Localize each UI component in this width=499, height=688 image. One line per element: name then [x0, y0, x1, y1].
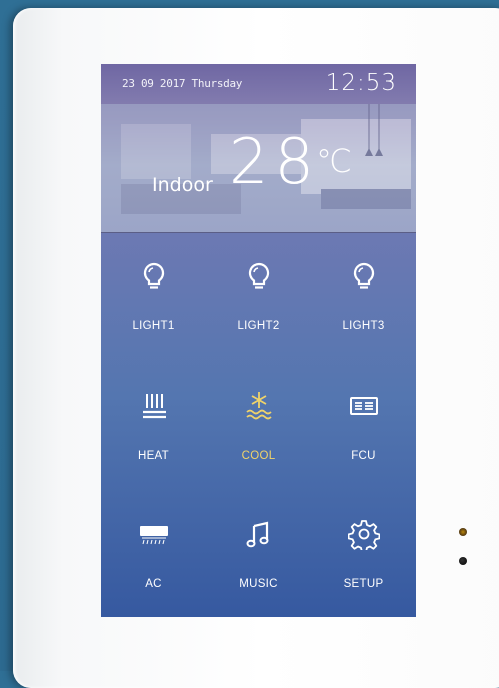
indicator-led-amber: [459, 528, 467, 536]
gear-icon: [348, 520, 380, 550]
cool-icon: [246, 392, 272, 420]
tile-fcu[interactable]: FCU: [311, 374, 416, 484]
tile-label: MUSIC: [239, 578, 278, 590]
tile-label: COOL: [241, 450, 276, 462]
tile-light1[interactable]: LIGHT1: [101, 244, 206, 354]
air-conditioner-icon: [140, 526, 168, 545]
sensor-dot: [459, 557, 467, 565]
tile-heat[interactable]: HEAT: [101, 374, 206, 484]
tile-ac[interactable]: AC: [101, 502, 206, 612]
tile-music[interactable]: MUSIC: [206, 502, 311, 612]
tile-label: LIGHT3: [342, 320, 385, 332]
temperature-value: 28: [229, 125, 320, 198]
music-note-icon: [246, 521, 269, 548]
tile-light2[interactable]: LIGHT2: [206, 244, 311, 354]
tile-label: HEAT: [137, 450, 170, 462]
touch-screen: 23 09 2017 Thursday 12:53 Indoor 28 ℃ LI…: [101, 64, 416, 617]
fcu-icon: [350, 397, 378, 415]
tile-label: LIGHT1: [132, 320, 175, 332]
tile-cool[interactable]: COOL: [206, 374, 311, 484]
light-bulb-icon: [248, 262, 270, 289]
heat-icon: [143, 394, 166, 419]
tile-setup[interactable]: SETUP: [311, 502, 416, 612]
time-display: 12:53: [325, 70, 397, 96]
date-display: 23 09 2017 Thursday: [122, 77, 243, 90]
tile-label: LIGHT2: [237, 320, 280, 332]
indoor-label: Indoor: [152, 174, 213, 196]
temperature-unit: ℃: [316, 142, 352, 180]
tile-label: SETUP: [343, 578, 384, 590]
light-bulb-icon: [353, 262, 375, 289]
light-bulb-icon: [143, 262, 165, 289]
header-banner: 23 09 2017 Thursday 12:53 Indoor 28 ℃: [101, 64, 416, 233]
tile-label: AC: [145, 578, 162, 590]
tile-light3[interactable]: LIGHT3: [311, 244, 416, 354]
tile-label: FCU: [351, 450, 376, 462]
